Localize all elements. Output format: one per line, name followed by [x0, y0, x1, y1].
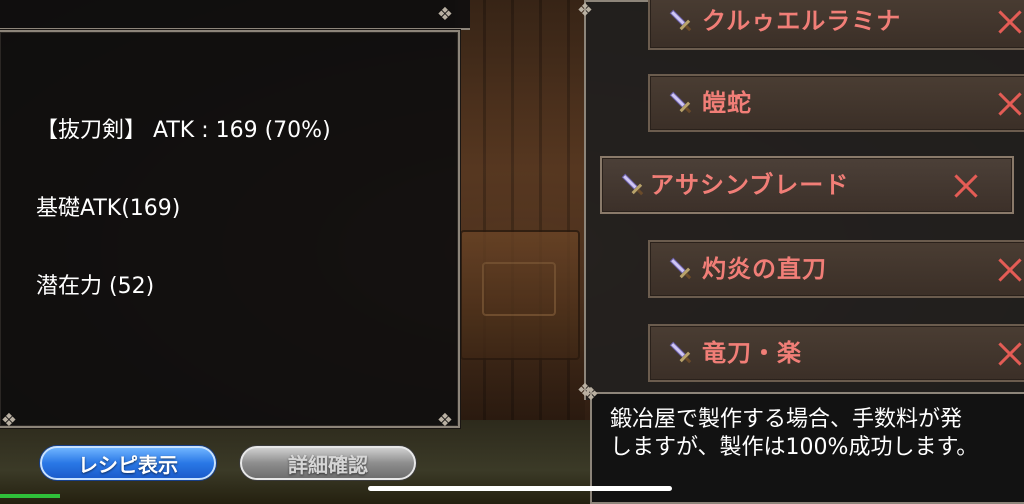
- message-text: 鍛冶屋で製作する場合、手数料が発 しますが、製作は100%成功します。: [610, 406, 1024, 462]
- weapon-list-item[interactable]: 皚蛇: [648, 74, 1024, 132]
- ornament-corner-icon: ❖: [582, 384, 600, 405]
- info-panel-header-strip: [0, 0, 470, 30]
- sword-icon: [669, 341, 692, 364]
- message-line: 鍛冶屋で製作する場合、手数料が発: [610, 407, 963, 432]
- ornament-corner-icon: ❖: [0, 410, 18, 431]
- weapon-name: 竜刀・楽: [702, 339, 802, 367]
- show-recipe-button[interactable]: レシピ表示: [40, 446, 216, 480]
- sword-icon: [669, 91, 692, 114]
- ornament-corner-icon: ❖: [576, 0, 594, 21]
- progress-indicator: [0, 494, 60, 498]
- message-line: しますが、製作は100%成功します。: [610, 435, 979, 460]
- weapon-list-item[interactable]: 竜刀・楽: [648, 324, 1024, 382]
- remove-icon[interactable]: [990, 2, 1024, 42]
- sword-icon: [669, 257, 692, 280]
- weapon-list-item[interactable]: 灼炎の直刀: [648, 240, 1024, 298]
- weapon-name: 皚蛇: [702, 89, 752, 117]
- weapon-list-item-selected[interactable]: アサシンブレード: [600, 156, 1014, 214]
- ornament-corner-icon: ❖: [436, 410, 454, 431]
- weapon-stat-attack: 【抜刀剣】 ATK : 169 (70%): [36, 118, 331, 143]
- weapon-stat-base-atk: 基礎ATK(169): [36, 196, 181, 221]
- weapon-stats: 【抜刀剣】 ATK : 169 (70%) 基礎ATK(169) 潜在力 (52…: [36, 66, 331, 352]
- sword-icon: [621, 173, 644, 196]
- home-indicator[interactable]: [368, 486, 672, 491]
- remove-icon[interactable]: [990, 84, 1024, 124]
- remove-icon[interactable]: [946, 166, 986, 206]
- remove-icon[interactable]: [990, 250, 1024, 290]
- weapon-name: アサシンブレード: [650, 171, 850, 199]
- background-chest: [460, 230, 580, 360]
- weapon-info-panel: 【抜刀剣】 ATK : 169 (70%) 基礎ATK(169) 潜在力 (52…: [0, 30, 460, 428]
- ornament-corner-icon: ❖: [436, 4, 454, 25]
- weapon-name: クルゥエルラミナ: [702, 7, 902, 35]
- weapon-stat-potential: 潜在力 (52): [36, 274, 155, 299]
- weapon-name: 灼炎の直刀: [702, 255, 827, 283]
- weapon-list-item[interactable]: クルゥエルラミナ: [648, 0, 1024, 50]
- detail-check-button[interactable]: 詳細確認: [240, 446, 416, 480]
- sword-icon: [669, 9, 692, 32]
- remove-icon[interactable]: [990, 334, 1024, 374]
